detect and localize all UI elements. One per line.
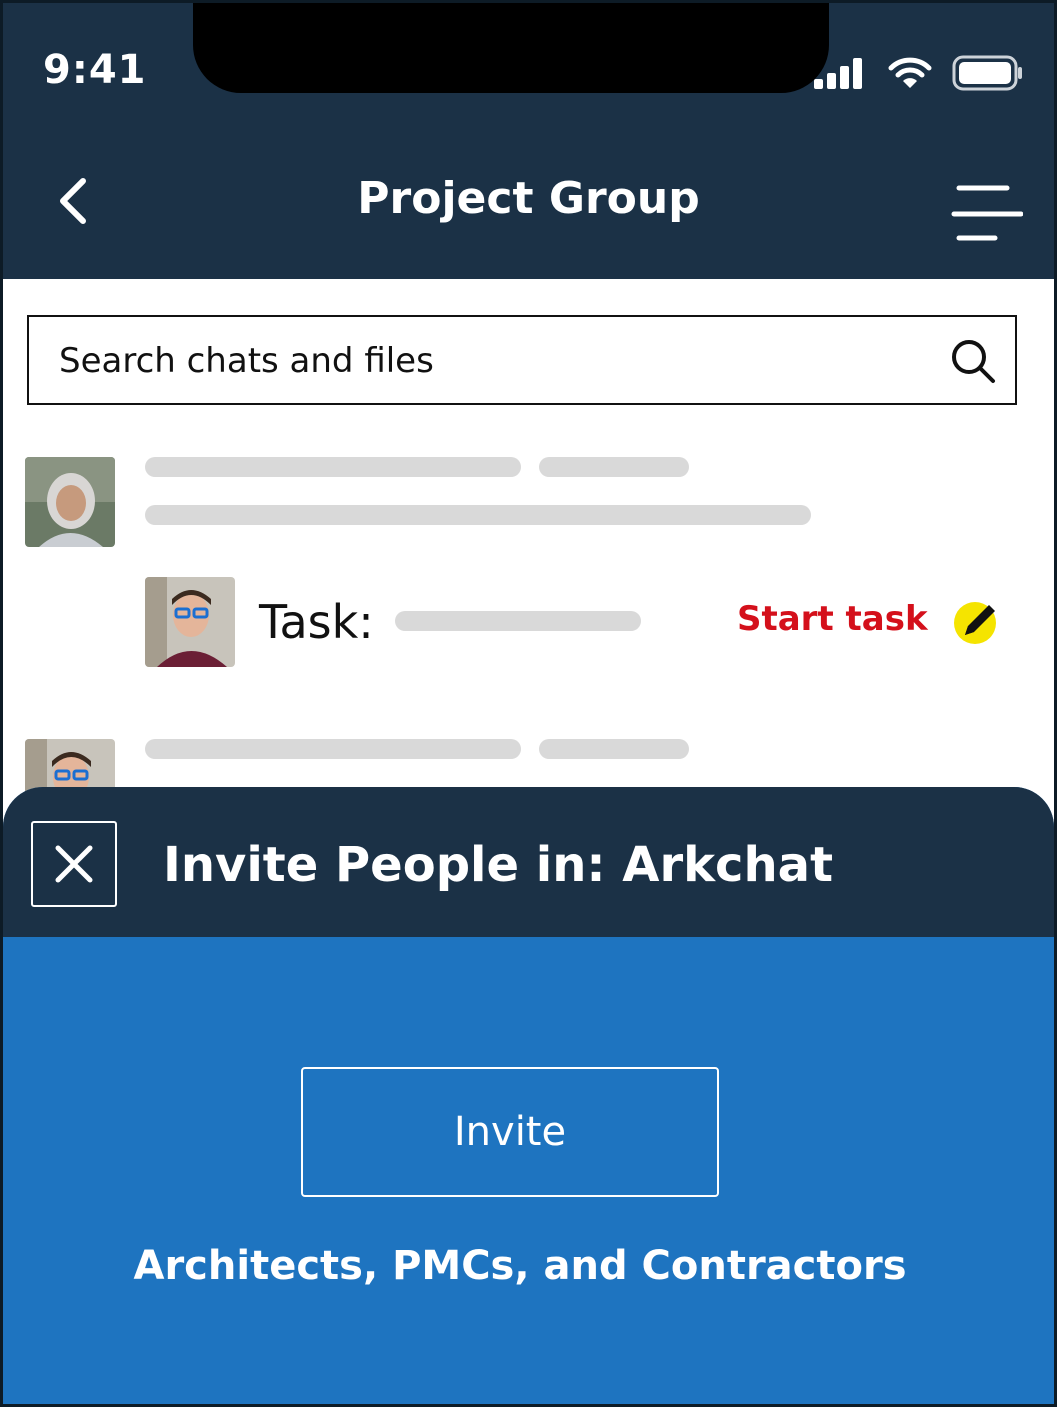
page-title: Project Group (357, 173, 700, 224)
message-placeholder-line (145, 457, 521, 477)
message-placeholder-line (145, 505, 811, 525)
close-button[interactable] (31, 821, 117, 907)
battery-icon (952, 55, 1022, 91)
menu-icon[interactable] (951, 183, 1023, 243)
invite-sheet: Invite People in: Arkchat Invite Archite… (3, 787, 1054, 1404)
status-time: 9:41 (43, 47, 147, 93)
task-label: Task: (259, 595, 374, 649)
invite-sheet-subtitle: Architects, PMCs, and Contractors (133, 1243, 907, 1289)
message-placeholder-line (539, 457, 689, 477)
app-frame: 9:41 Project Group Search chats and file… (0, 0, 1057, 1407)
pencil-icon[interactable] (951, 595, 1003, 647)
avatar[interactable] (145, 577, 235, 667)
message-placeholder-line (145, 739, 521, 759)
app-header: 9:41 Project Group (3, 3, 1054, 279)
invite-button[interactable]: Invite (301, 1067, 719, 1197)
status-icons (812, 55, 1024, 91)
search-icon[interactable] (949, 337, 997, 385)
signal-icon (814, 58, 862, 89)
wifi-icon (888, 57, 932, 88)
start-task-button[interactable]: Start task (737, 599, 928, 639)
avatar[interactable] (25, 457, 115, 547)
search-input[interactable]: Search chats and files (27, 315, 1017, 405)
close-icon (55, 845, 93, 883)
search-placeholder: Search chats and files (59, 341, 434, 381)
device-notch (193, 3, 829, 93)
invite-sheet-header: Invite People in: Arkchat (3, 787, 1054, 937)
task-placeholder-line (395, 611, 641, 631)
message-placeholder-line (539, 739, 689, 759)
invite-sheet-title: Invite People in: Arkchat (163, 837, 834, 893)
